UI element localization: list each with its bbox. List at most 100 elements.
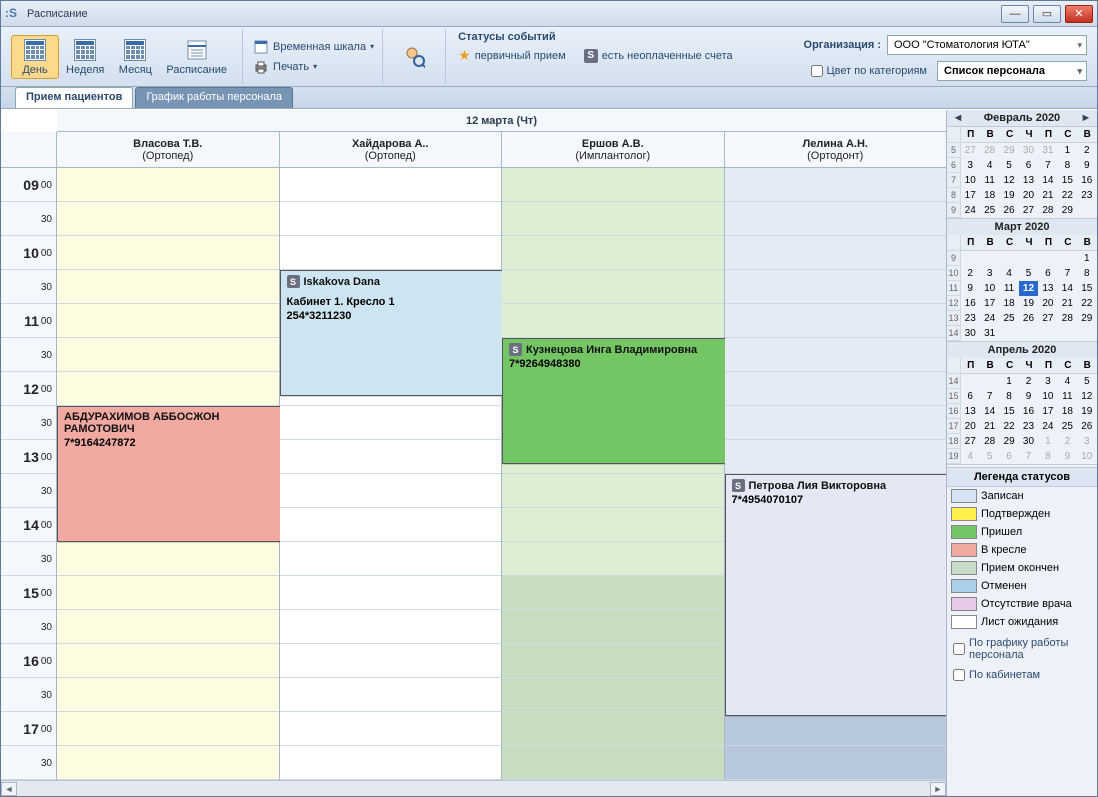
calendar-day[interactable]: 7 (1019, 449, 1038, 464)
doctor-column-3[interactable]: Лелина А.Н. (Ортодонт) (725, 132, 947, 167)
calendar-day[interactable]: 16 (1019, 404, 1038, 419)
print-button[interactable]: Печать ▾ (253, 59, 317, 75)
calendar-day[interactable]: 1 (1078, 251, 1097, 266)
calendar-day[interactable]: 8 (1000, 389, 1019, 404)
calendar-day[interactable]: 30 (961, 326, 980, 341)
calendar-day[interactable]: 14 (1058, 281, 1077, 296)
calendar-day[interactable]: 6 (961, 389, 980, 404)
calendar-day[interactable]: 5 (980, 449, 999, 464)
calendar-day[interactable]: 23 (1019, 419, 1038, 434)
calendar-day[interactable]: 25 (980, 203, 999, 218)
calendar-day[interactable] (1039, 326, 1058, 341)
minimize-button[interactable]: — (1001, 5, 1029, 23)
calendar-day[interactable]: 27 (1019, 203, 1038, 218)
scroll-left-button[interactable]: ◄ (1, 782, 17, 796)
calendar-day[interactable]: 25 (1000, 311, 1019, 326)
scroll-right-button[interactable]: ► (930, 782, 946, 796)
calendar-day[interactable]: 12 (1078, 389, 1097, 404)
timescale-button[interactable]: Временная шкала ▾ (253, 39, 374, 55)
calendar-day[interactable]: 18 (1000, 296, 1019, 311)
appointment-abdurahimov[interactable]: АБДУРАХИМОВ АББОСЖОН РАМОТОВИЧ 7*9164247… (57, 406, 281, 542)
calendar-day[interactable]: 7 (1058, 266, 1077, 281)
calendar-day[interactable]: 14 (1039, 173, 1058, 188)
calendar-day[interactable]: 27 (961, 143, 980, 158)
calendar-day[interactable]: 29 (1058, 203, 1077, 218)
calendar-day[interactable]: 5 (1000, 158, 1019, 173)
calendar-day[interactable]: 4 (1000, 266, 1019, 281)
calendar-day[interactable]: 21 (1058, 296, 1077, 311)
calendar-day[interactable]: 15 (1058, 173, 1077, 188)
calendar-day[interactable]: 10 (1039, 389, 1058, 404)
calendar-day[interactable]: 12 (1000, 173, 1019, 188)
calendar-day[interactable]: 8 (1058, 158, 1077, 173)
calendar-day[interactable] (980, 251, 999, 266)
calendar-day[interactable] (1078, 203, 1097, 218)
doctor-column-1[interactable]: Хайдарова А.. (Ортопед) (280, 132, 503, 167)
calendar-day[interactable]: 6 (1039, 266, 1058, 281)
calendar-day[interactable]: 9 (1078, 158, 1097, 173)
calendar-day[interactable]: 18 (980, 188, 999, 203)
calendar-day[interactable]: 18 (1058, 404, 1077, 419)
calendar-day[interactable]: 8 (1039, 449, 1058, 464)
calendar-day[interactable]: 30 (1019, 434, 1038, 449)
calendar-day[interactable]: 10 (1078, 449, 1097, 464)
by-rooms-checkbox[interactable]: По кабинетам (953, 669, 1091, 681)
calendar-day[interactable] (1058, 326, 1077, 341)
doctor-column-2[interactable]: Ершов А.В. (Имплантолог) (502, 132, 725, 167)
calendar-day[interactable]: 24 (961, 203, 980, 218)
calendar-day[interactable]: 11 (1058, 389, 1077, 404)
calendar-day[interactable]: 31 (980, 326, 999, 341)
calendar-day[interactable]: 8 (1078, 266, 1097, 281)
calendar-day[interactable]: 19 (1000, 188, 1019, 203)
calendar-day[interactable]: 13 (1019, 173, 1038, 188)
staff-list-select[interactable]: Список персонала (937, 61, 1087, 81)
schedule-column-2[interactable]: SКузнецова Инга Владимировна 7*926494838… (502, 168, 725, 780)
calendar-day[interactable]: 25 (1058, 419, 1077, 434)
view-month-button[interactable]: Месяц (111, 35, 159, 79)
calendar-day[interactable]: 3 (1039, 374, 1058, 389)
calendar-day[interactable]: 28 (980, 434, 999, 449)
calendar-day[interactable]: 30 (1019, 143, 1038, 158)
calendar-day[interactable]: 22 (1000, 419, 1019, 434)
mini-calendar-feb[interactable]: ПВСЧПСВ527282930311263456789710111213141… (947, 127, 1097, 219)
calendar-day[interactable] (1000, 251, 1019, 266)
calendar-day[interactable]: 27 (961, 434, 980, 449)
calendar-day[interactable]: 13 (961, 404, 980, 419)
calendar-day[interactable]: 28 (1039, 203, 1058, 218)
calendar-day[interactable]: 1 (1000, 374, 1019, 389)
calendar-day[interactable]: 22 (1078, 296, 1097, 311)
calendar-day[interactable]: 4 (980, 158, 999, 173)
appointment-petrova[interactable]: SПетрова Лия Викторовна 7*4954070107 (725, 474, 947, 716)
calendar-day[interactable]: 2 (1078, 143, 1097, 158)
appointment-kuznetsova[interactable]: SКузнецова Инга Владимировна 7*926494838… (502, 338, 726, 464)
calendar-day[interactable]: 29 (1078, 311, 1097, 326)
calendar-day[interactable]: 26 (1078, 419, 1097, 434)
calendar-day[interactable]: 16 (961, 296, 980, 311)
calendar-day[interactable]: 17 (1039, 404, 1058, 419)
calendar-day[interactable]: 26 (1019, 311, 1038, 326)
calendar-day[interactable]: 7 (1039, 158, 1058, 173)
prev-month-button[interactable]: ◄ (951, 112, 965, 124)
mini-calendar-mar[interactable]: ПВСЧПСВ911023456781191011121314151216171… (947, 235, 1097, 341)
calendar-day[interactable]: 10 (961, 173, 980, 188)
view-week-button[interactable]: Неделя (59, 35, 111, 79)
calendar-day[interactable]: 4 (1058, 374, 1077, 389)
calendar-day[interactable]: 24 (980, 311, 999, 326)
calendar-day[interactable]: 15 (1000, 404, 1019, 419)
calendar-day[interactable]: 9 (1058, 449, 1077, 464)
maximize-button[interactable]: ▭ (1033, 5, 1061, 23)
calendar-day[interactable]: 22 (1058, 188, 1077, 203)
calendar-day[interactable]: 29 (1000, 434, 1019, 449)
calendar-day[interactable]: 2 (1019, 374, 1038, 389)
calendar-day[interactable] (980, 374, 999, 389)
mini-calendar-apr[interactable]: ПВСЧПСВ141234515678910111216131415161718… (947, 358, 1097, 464)
calendar-day[interactable]: 7 (980, 389, 999, 404)
color-by-category-checkbox[interactable]: Цвет по категориям (811, 65, 927, 77)
by-staff-schedule-checkbox[interactable]: По графику работы персонала (953, 637, 1091, 661)
calendar-day[interactable]: 6 (1019, 158, 1038, 173)
calendar-day[interactable] (1019, 251, 1038, 266)
calendar-day[interactable]: 21 (980, 419, 999, 434)
calendar-day[interactable]: 23 (961, 311, 980, 326)
calendar-day[interactable]: 19 (1019, 296, 1038, 311)
calendar-day[interactable]: 13 (1039, 281, 1058, 296)
